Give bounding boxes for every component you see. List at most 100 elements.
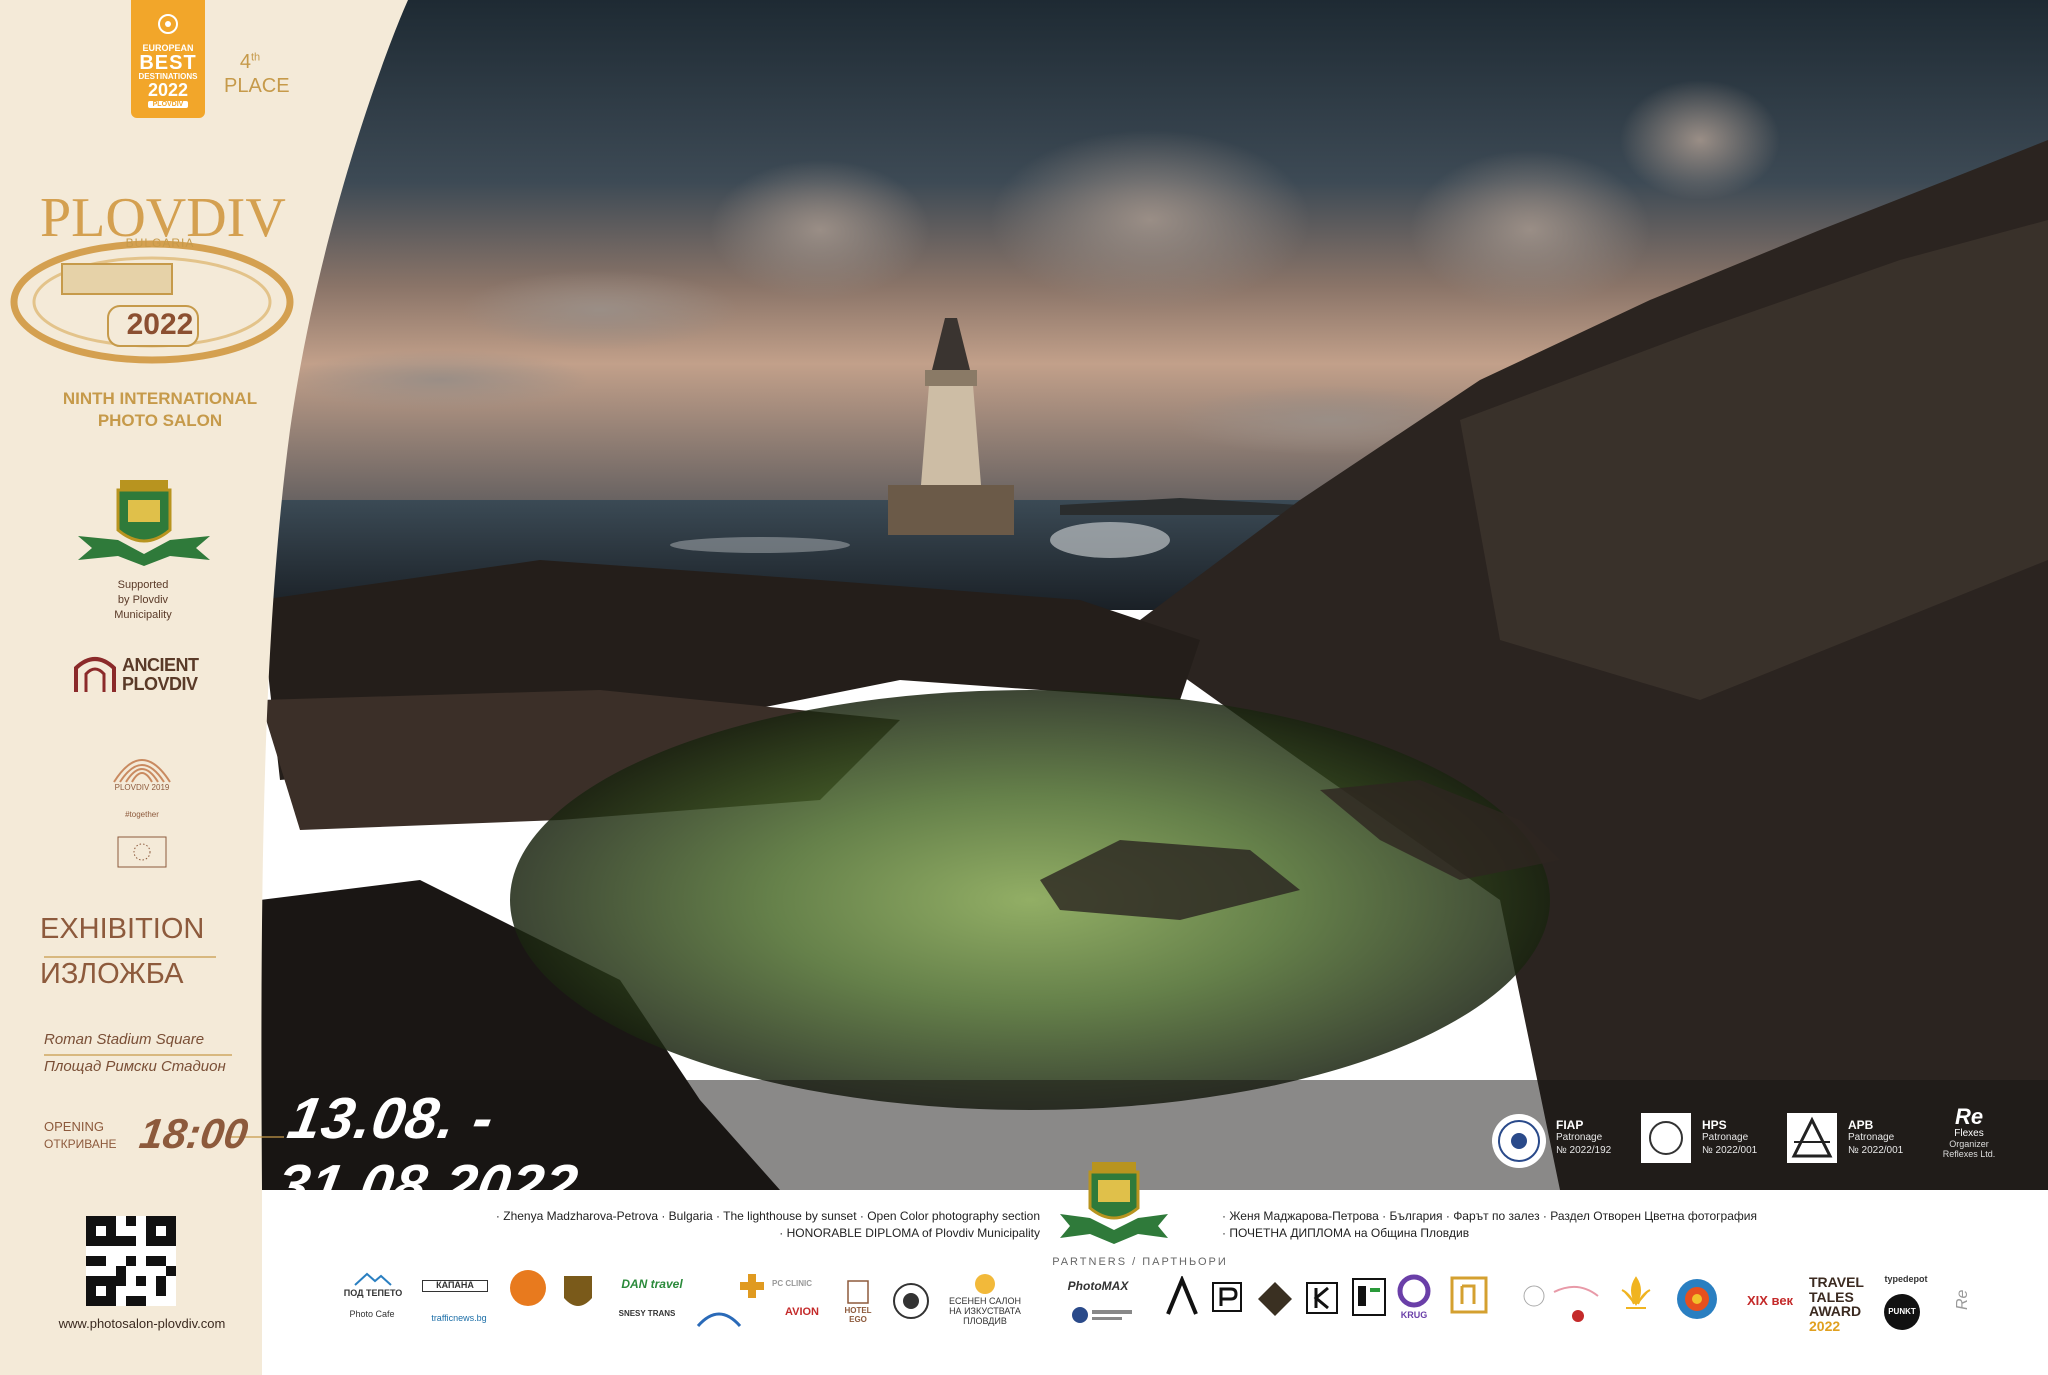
krug-label: KRUG [1400,1309,1428,1320]
heraldic-shield-icon [564,1276,592,1306]
dan-travel-logo: DAN travel [621,1277,683,1291]
plovdiv-logo-year: 2022 [126,308,194,341]
artist-union-logo-icon [1072,1307,1132,1323]
place-number: 4 [239,51,251,73]
travel-line-4: 2022 [1809,1318,1841,1335]
pod-tepeto-logo: ПОД ТЕПЕТО [336,1272,410,1299]
support-line-2: by Plovdiv [117,593,169,606]
gold-frame-logo-icon [1450,1276,1488,1314]
opening-label-en: OPENING [44,1119,104,1134]
badge-line-2: BEST [139,52,197,74]
hps-patronage: HPS Patronage № 2022/001 [1702,1118,1782,1157]
reflexes-logo-icon: Re [1954,1104,1984,1129]
apb-seal-icon [1787,1113,1837,1163]
patronage-apb-line2: № 2022/001 [1848,1144,1904,1156]
snesy-trans-logo: SNESY TRANS [618,1309,676,1318]
patronage-apb-name: APB [1848,1118,1874,1132]
fiap-seal-icon [1492,1114,1546,1168]
kapana-logo: КАПАНА [422,1280,488,1292]
plovdiv-2019-label: PLOVDIV 2019 [114,783,170,792]
hotel-ego-label: HOTEL EGO [844,1305,872,1324]
pc-clinic-cross-icon [740,1274,764,1298]
square-k-logo-icon [1306,1282,1338,1314]
salon-line-1: NINTH INTERNATIONAL [62,389,258,408]
traffic-news-logo: trafficnews.bg [431,1313,487,1323]
patronage-fiap-name: FIAP [1556,1118,1584,1132]
patronage-hps-name: HPS [1702,1118,1727,1132]
typedepot-logo: typedepot [1884,1274,1928,1284]
website-link[interactable]: www.photosalon-plovdiv.com [22,1316,262,1331]
municipality-support-note: Supported by Plovdiv Municipality [88,578,198,623]
punkt-logo: PUNKT [1884,1294,1920,1330]
plovdiv-2019-rainbow-icon [113,759,171,783]
caption-bg-line-2: · ПОЧЕТНА ДИПЛОМА на Община Пловдив [1222,1226,1470,1240]
place-suffix: th [250,51,261,64]
pod-tepeto-label: ПОД ТЕПЕТО [343,1287,403,1298]
round-seal-icon [893,1283,929,1319]
travel-line-2: TALES [1809,1288,1854,1305]
ancient-line-2: PLOVDIV [122,673,198,694]
apb-patronage: APB Patronage № 2022/001 [1848,1118,1928,1157]
award-coat-of-arms-icon [1060,1162,1168,1244]
support-line-1: Supported [117,579,169,591]
organizer-block: Re Flexes Organizer Reflexes Ltd. [1934,1104,2004,1160]
eseren-salon-logo: ЕСЕНЕН САЛОН НА ИЗКУСТВАТА ПЛОВДИВ [946,1272,1024,1327]
organizer-label: Organizer [1949,1139,1989,1149]
xix-vek-logo: XIX век [1746,1293,1794,1308]
venue-en: Roman Stadium Square [44,1031,205,1048]
patronage-fiap-line2: № 2022/192 [1556,1144,1612,1156]
eu-flag-icon [117,836,167,868]
ancient-plovdiv-logo: ANCIENT PLOVDIV [122,656,222,694]
support-line-3: Municipality [114,608,172,621]
caption-en-line-1: · Zhenya Madzharova-Petrova · Bulgaria ·… [495,1209,1040,1223]
plovdiv-coat-of-arms-icon [78,480,210,566]
krug-logo: KRUG [1396,1274,1432,1321]
badge-city: PLOVDIV [148,101,188,108]
qr-code[interactable] [86,1216,176,1306]
tko-logo-icon [510,1270,546,1306]
plovdiv-logo-country: BULGARIA [125,236,195,250]
lighthouse-photograph [0,0,2048,1190]
fleur-de-lis-icon [1621,1276,1651,1309]
hps-seal-icon [1641,1113,1691,1163]
sun-icon [975,1274,995,1294]
exhibition-dates: 13.08. - 31.08.2022 [271,1086,584,1218]
photo-salon-title: NINTH INTERNATIONAL PHOTO SALON [40,388,280,432]
opening-label-bg: ОТКРИВАНЕ [44,1137,117,1151]
travel-line-3: AWARD [1809,1303,1862,1320]
photomax-logo: PhotoMAX [1067,1279,1129,1293]
diamond-logo-icon [1258,1282,1292,1316]
place-label: PLACE [224,75,290,97]
patronage-apb-line1: Patronage [1848,1132,1895,1143]
partners-label: PARTNERS / ПАРТНЬОРИ [1052,1256,1228,1268]
salon-line-2: PHOTO SALON [97,411,223,431]
together-hashtag: #together [125,810,159,819]
patronage-hps-line1: Patronage [1702,1132,1749,1143]
caption-en-line-2: · HONORABLE DIPLOMA of Plovdiv Municipal… [779,1226,1040,1240]
krug-circle-icon [1397,1274,1431,1308]
ksj-logo-icon [1352,1278,1386,1316]
patronage-fiap-line1: Patronage [1556,1132,1603,1143]
organizer-brand: Flexes [1954,1128,1984,1139]
avion-logo: AVION [784,1306,820,1318]
fiap-patronage: FIAP Patronage № 2022/192 [1556,1118,1636,1157]
travel-line-1: TRAVEL [1809,1274,1864,1290]
ancient-plovdiv-arch-icon [74,657,116,692]
eseren-label: ЕСЕНЕН САЛОН НА ИЗКУСТВАТА ПЛОВДИВ [949,1295,1021,1326]
design-mark-icon: Re [1954,1289,1971,1310]
exhibition-title-en: EXHIBITION [40,913,205,945]
foundation-logo-icon [1523,1285,1599,1322]
caption-bg-line-1: · Женя Маджарова-Петрова · България · Фа… [1222,1209,1757,1223]
venue-bg: Площад Римски Стадион [44,1058,226,1075]
badge-year: 2022 [147,80,189,100]
organizer-name: Reflexes Ltd. [1942,1149,1996,1159]
mountain-icon [354,1272,392,1286]
ancient-line-1: ANCIENT [122,655,199,675]
patronage-hps-line2: № 2022/001 [1702,1144,1758,1156]
opening-time: 18:00 [136,1110,251,1157]
pc-clinic-text-icon: PC CLINIC [772,1279,812,1288]
bridge-logo-icon [696,1312,742,1328]
european-best-destinations-badge: EUROPEAN BEST DESTINATIONS 2022 PLOVDIV [131,0,205,118]
photo-cafe-logo: Photo Cafe [349,1309,395,1319]
colorful-emblem-icon [1677,1279,1717,1319]
